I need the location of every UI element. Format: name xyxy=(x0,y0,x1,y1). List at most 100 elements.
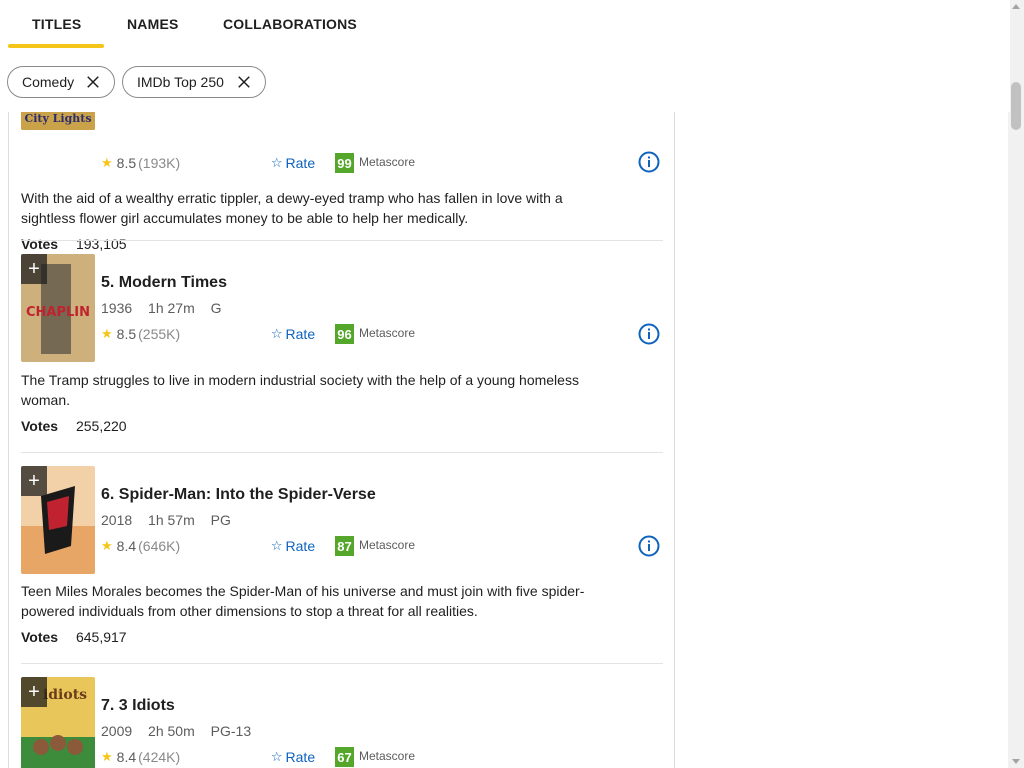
vote-count-short: (646K) xyxy=(138,538,181,554)
metascore-label: Metascore xyxy=(359,326,416,340)
tab-titles[interactable]: TITLES xyxy=(32,12,81,36)
metascore-badge: 87 xyxy=(335,536,354,556)
list-item: idiots + 7. 3 Idiots 2009 2h 50m PG-13 ★… xyxy=(21,677,663,768)
divider xyxy=(21,663,663,664)
chip-label: Comedy xyxy=(22,74,75,90)
vote-count-short: (424K) xyxy=(138,749,181,765)
plot-summary: With the aid of a wealthy erratic tipple… xyxy=(21,190,563,226)
star-outline-icon: ☆ xyxy=(270,326,283,341)
star-icon: ★ xyxy=(101,749,113,764)
results-list: City Lights ★ 8.5 (193K) ☆ Rate 99 Metas… xyxy=(8,60,675,768)
divider xyxy=(21,452,663,453)
rating-row: ★ 8.4 (646K) ☆ Rate 87 Metascore xyxy=(101,536,415,556)
tab-collaborations[interactable]: COLLABORATIONS xyxy=(223,12,357,36)
imdb-rating: 8.4 xyxy=(116,538,137,554)
scroll-thumb[interactable] xyxy=(1011,82,1021,130)
rate-label: Rate xyxy=(285,155,316,171)
poster-title-text: CHAPLIN xyxy=(26,305,90,320)
votes-label: Votes xyxy=(21,418,59,434)
rate-button[interactable]: ☆ Rate xyxy=(263,322,323,346)
metascore-badge: 96 xyxy=(335,324,354,344)
plot-summary: The Tramp struggles to live in modern in… xyxy=(21,372,579,408)
info-button[interactable] xyxy=(625,310,673,358)
category-tabs: TITLES NAMES COLLABORATIONS xyxy=(0,0,1010,60)
list-item: CHAPLIN + 5. Modern Times 1936 1h 27m G … xyxy=(21,254,663,454)
chip-comedy[interactable]: Comedy xyxy=(7,66,115,98)
votes-count: 255,220 xyxy=(75,418,127,434)
metascore-label: Metascore xyxy=(359,538,416,552)
movie-runtime: 1h 27m xyxy=(148,300,195,316)
votes-count: 645,917 xyxy=(75,629,127,645)
movie-title[interactable]: 5. Modern Times xyxy=(101,274,227,292)
page-scrollbar[interactable] xyxy=(1008,0,1024,768)
metascore-badge: 99 xyxy=(335,153,354,173)
movie-title[interactable]: 6. Spider-Man: Into the Spider-Verse xyxy=(101,486,376,504)
info-icon xyxy=(638,535,660,557)
rate-label: Rate xyxy=(285,749,316,765)
vote-count-short: (193K) xyxy=(138,155,181,171)
movie-year: 1936 xyxy=(101,300,133,316)
rating-row: ★ 8.5 (255K) ☆ Rate 96 Metascore xyxy=(101,324,415,344)
info-button[interactable] xyxy=(625,522,673,570)
imdb-rating: 8.5 xyxy=(116,326,137,342)
poster-title-text: City Lights xyxy=(24,112,91,125)
tab-names[interactable]: NAMES xyxy=(127,12,179,36)
plot-summary: Teen Miles Morales becomes the Spider-Ma… xyxy=(21,583,585,619)
chip-imdb-top-250[interactable]: IMDb Top 250 xyxy=(122,66,266,98)
close-icon[interactable] xyxy=(235,73,253,91)
metascore-badge: 67 xyxy=(335,747,354,767)
metascore-label: Metascore xyxy=(359,749,416,763)
movie-meta: 2018 1h 57m PG xyxy=(101,512,243,528)
votes-row: Votes 255,220 xyxy=(21,418,127,434)
imdb-rating: 8.4 xyxy=(116,749,137,765)
rate-label: Rate xyxy=(285,326,316,342)
star-icon: ★ xyxy=(101,155,113,170)
filter-chips: Comedy IMDb Top 250 xyxy=(0,60,1010,112)
add-to-watchlist-button[interactable]: + xyxy=(21,677,47,707)
star-icon: ★ xyxy=(101,538,113,553)
rate-button[interactable]: ☆ Rate xyxy=(263,534,323,558)
movie-certificate: PG-13 xyxy=(210,723,252,739)
votes-count: 193,105 xyxy=(75,236,127,252)
divider xyxy=(21,240,663,241)
poster-spider-verse[interactable]: + xyxy=(21,466,95,574)
info-button[interactable] xyxy=(625,138,673,186)
add-to-watchlist-button[interactable]: + xyxy=(21,254,47,284)
movie-runtime: 1h 57m xyxy=(148,512,195,528)
poster-title-text: idiots xyxy=(43,687,87,703)
imdb-rating: 8.5 xyxy=(116,155,137,171)
star-icon: ★ xyxy=(101,326,113,341)
movie-certificate: PG xyxy=(210,512,231,528)
votes-label: Votes xyxy=(21,236,59,252)
movie-runtime: 2h 50m xyxy=(148,723,195,739)
close-icon[interactable] xyxy=(84,73,102,91)
vote-count-short: (255K) xyxy=(138,326,181,342)
info-icon xyxy=(638,151,660,173)
movie-title[interactable]: 7. 3 Idiots xyxy=(101,697,175,715)
rate-button[interactable]: ☆ Rate xyxy=(263,745,323,768)
info-icon xyxy=(638,323,660,345)
active-tab-indicator xyxy=(8,44,104,48)
rating-row: ★ 8.4 (424K) ☆ Rate 67 Metascore xyxy=(101,747,415,767)
votes-label: Votes xyxy=(21,629,59,645)
movie-year: 2018 xyxy=(101,512,133,528)
star-outline-icon: ☆ xyxy=(270,749,283,764)
list-item: + 6. Spider-Man: Into the Spider-Verse 2… xyxy=(21,466,663,666)
rate-button[interactable]: ☆ Rate xyxy=(263,151,323,175)
rate-label: Rate xyxy=(285,538,316,554)
star-outline-icon: ☆ xyxy=(270,155,283,170)
movie-meta: 1936 1h 27m G xyxy=(101,300,234,316)
poster-3-idiots[interactable]: idiots + xyxy=(21,677,95,768)
movie-meta: 2009 2h 50m PG-13 xyxy=(101,723,263,739)
movie-year: 2009 xyxy=(101,723,133,739)
scroll-down-arrow-icon[interactable] xyxy=(1012,759,1020,764)
metascore-label: Metascore xyxy=(359,155,416,169)
star-outline-icon: ☆ xyxy=(270,538,283,553)
scroll-up-arrow-icon[interactable] xyxy=(1012,4,1020,9)
poster-modern-times[interactable]: CHAPLIN + xyxy=(21,254,95,362)
rating-row: ★ 8.5 (193K) ☆ Rate 99 Metascore xyxy=(101,153,415,173)
votes-row: Votes 193,105 xyxy=(21,236,127,252)
add-to-watchlist-button[interactable]: + xyxy=(21,466,47,496)
chip-label: IMDb Top 250 xyxy=(137,74,224,90)
votes-row: Votes 645,917 xyxy=(21,629,127,645)
